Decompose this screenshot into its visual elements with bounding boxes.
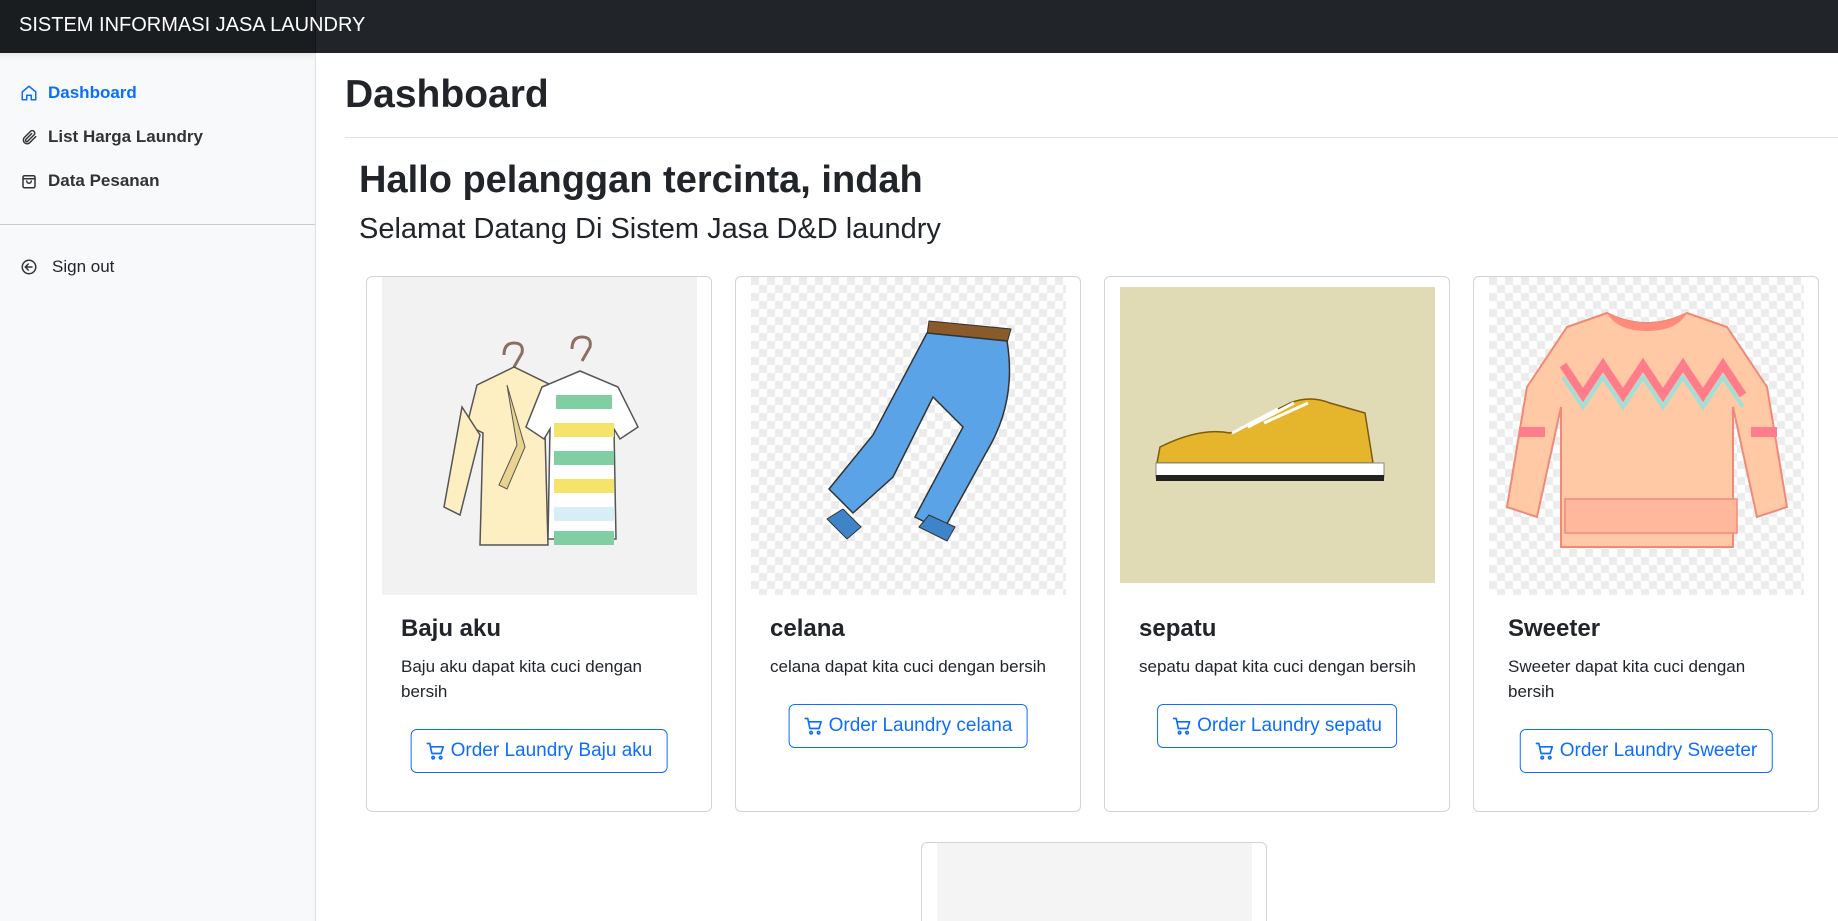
product-card-baju-aku: Baju aku Baju aku dapat kita cuci dengan…: [366, 276, 712, 812]
sidebar: Dashboard List Harga Laundry Data Pesana…: [0, 53, 316, 921]
order-button-label: Order Laundry celana: [828, 715, 1013, 736]
card-title: Sweeter: [1508, 615, 1601, 642]
product-card-partial: [921, 842, 1267, 921]
order-button-sweeter[interactable]: Order Laundry Sweeter: [1519, 729, 1773, 773]
sign-out-label: Sign out: [52, 257, 115, 276]
cart-icon: [426, 742, 444, 760]
shopping-bag-icon: [19, 171, 39, 191]
sidebar-divider: [0, 224, 315, 225]
order-button-sepatu[interactable]: Order Laundry sepatu: [1157, 704, 1397, 748]
paperclip-icon: [19, 127, 39, 147]
order-button-label: Order Laundry Sweeter: [1559, 740, 1758, 761]
title-divider: [345, 137, 1838, 138]
card-title: Baju aku: [401, 615, 502, 642]
top-navbar: SISTEM INFORMASI JASA LAUNDRY: [0, 0, 1838, 53]
sidebar-item-label: Data Pesanan: [48, 171, 160, 190]
home-icon: [19, 83, 39, 103]
sidebar-item-label: List Harga Laundry: [48, 127, 203, 146]
arrow-left-circle-icon: [19, 257, 39, 277]
product-card-sweeter: Sweeter Sweeter dapat kita cuci dengan b…: [1473, 276, 1819, 812]
card-description: celana dapat kita cuci dengan bersih: [770, 657, 1046, 676]
welcome-heading: Selamat Datang Di Sistem Jasa D&D laundr…: [359, 213, 941, 245]
card-description: Sweeter dapat kita cuci dengan bersih: [1508, 657, 1746, 701]
sidebar-item-dashboard[interactable]: Dashboard: [0, 75, 315, 111]
brand-title[interactable]: SISTEM INFORMASI JASA LAUNDRY: [0, 0, 365, 53]
sneaker-image: [1120, 277, 1435, 595]
sweater-image: [1489, 277, 1804, 595]
product-image-placeholder: [937, 843, 1252, 921]
order-button-celana[interactable]: Order Laundry celana: [788, 704, 1028, 748]
clothes-image: [382, 277, 697, 595]
jeans-image: [751, 277, 1066, 595]
order-button-baju-aku[interactable]: Order Laundry Baju aku: [410, 729, 668, 773]
card-description: Baju aku dapat kita cuci dengan bersih: [401, 657, 643, 701]
order-button-label: Order Laundry sepatu: [1197, 715, 1382, 736]
sidebar-item-label: Dashboard: [48, 83, 137, 102]
greeting-heading: Hallo pelanggan tercinta, indah: [359, 159, 923, 201]
cart-icon: [1172, 717, 1191, 735]
card-title: sepatu: [1139, 615, 1217, 642]
sidebar-item-list-harga[interactable]: List Harga Laundry: [0, 119, 315, 155]
card-description: sepatu dapat kita cuci dengan bersih: [1139, 657, 1416, 676]
main-content: Dashboard Hallo pelanggan tercinta, inda…: [316, 53, 1838, 921]
sign-out-link[interactable]: Sign out: [0, 249, 315, 285]
cart-icon: [1535, 742, 1554, 760]
page-title: Dashboard: [345, 73, 549, 116]
product-card-sepatu: sepatu sepatu dapat kita cuci dengan ber…: [1104, 276, 1450, 812]
cart-icon: [804, 717, 822, 735]
order-button-label: Order Laundry Baju aku: [450, 740, 653, 761]
sidebar-item-data-pesanan[interactable]: Data Pesanan: [0, 163, 315, 199]
product-card-celana: celana celana dapat kita cuci dengan ber…: [735, 276, 1081, 812]
card-title: celana: [770, 615, 845, 642]
